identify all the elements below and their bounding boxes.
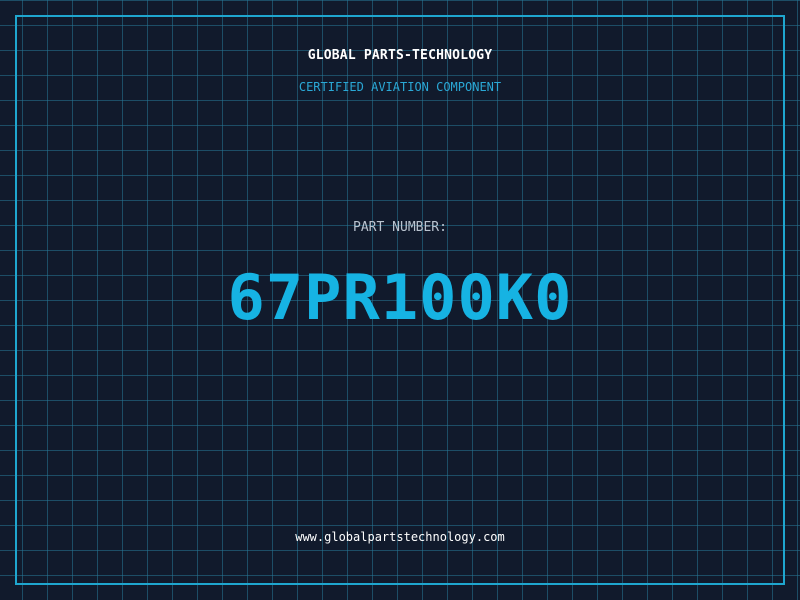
certification-tagline: CERTIFIED AVIATION COMPONENT <box>298 80 502 94</box>
website-url: www.globalpartstechnology.com <box>295 530 505 544</box>
company-name: GLOBAL PARTS-TECHNOLOGY <box>307 48 493 63</box>
part-label-card: GLOBAL PARTS-TECHNOLOGY CERTIFIED AVIATI… <box>0 0 800 600</box>
part-number-value: 67PR100K0 <box>227 261 573 334</box>
part-number-label: PART NUMBER: <box>353 220 447 235</box>
